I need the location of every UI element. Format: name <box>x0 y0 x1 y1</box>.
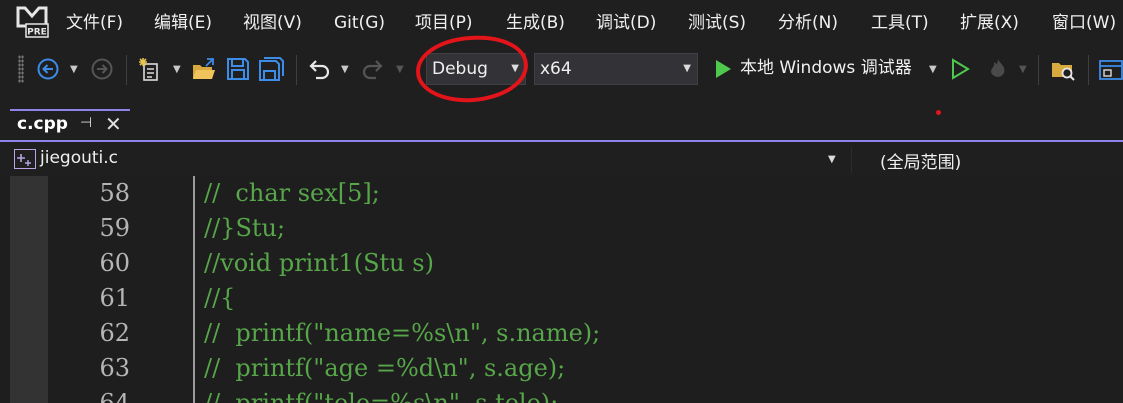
code-text[interactable]: // printf("tele=%s\n", s.tele); <box>204 386 558 403</box>
member-scope-dropdown[interactable]: (全局范围) <box>851 147 1123 173</box>
chevron-down-icon: ▼ <box>683 63 691 74</box>
toolbar-separator <box>296 55 297 85</box>
redo-dropdown-chevron-down-icon[interactable]: ▼ <box>396 64 404 75</box>
menu-bar: PRE 文件(F) 编辑(E) 视图(V) Git(G) 项目(P) 生成(B)… <box>0 0 1123 45</box>
pin-tab-icon[interactable]: ⊣ <box>80 115 92 131</box>
code-line[interactable]: 61 //{ <box>0 281 1123 316</box>
standard-toolbar: ▼ ▼ ▼ ▼ Debug ▼ x64 ▼ 本地 Windows 调试器 ▼ ▼ <box>0 45 1123 95</box>
chevron-down-icon: ▼ <box>828 154 836 165</box>
hot-reload-chevron-down-icon[interactable]: ▼ <box>1019 64 1027 75</box>
code-text[interactable]: // printf("name=%s\n", s.name); <box>204 316 600 351</box>
toolbar-separator <box>126 55 127 85</box>
toolbar-separator <box>1088 55 1089 85</box>
line-number: 58 <box>99 179 130 207</box>
menu-analyze[interactable]: 分析(N) <box>778 12 838 34</box>
start-debugging-play-icon[interactable] <box>713 58 733 80</box>
find-in-files-folder-icon[interactable] <box>1050 57 1076 83</box>
menu-file[interactable]: 文件(F) <box>66 12 123 34</box>
solution-platform-dropdown[interactable]: x64 ▼ <box>534 53 698 85</box>
tab-strip-accent-line <box>0 140 1123 142</box>
toolbar-grip-handle[interactable] <box>18 55 24 83</box>
open-folder-icon[interactable] <box>191 57 217 83</box>
code-text[interactable]: //}Stu; <box>204 211 285 246</box>
c-file-icon <box>14 149 36 169</box>
logo-badge: PRE <box>27 28 47 38</box>
code-line[interactable]: 64 // printf("tele=%s\n", s.tele); <box>0 386 1123 403</box>
redo-icon[interactable] <box>360 56 386 82</box>
project-scope-dropdown[interactable]: jiegouti.c ▼ <box>10 147 846 173</box>
code-line[interactable]: 59 //}Stu; <box>0 211 1123 246</box>
visual-studio-logo-icon: PRE <box>15 6 49 38</box>
browser-window-icon[interactable] <box>1098 57 1123 83</box>
menu-test[interactable]: 测试(S) <box>688 12 746 34</box>
hot-reload-flame-icon[interactable] <box>986 57 1010 81</box>
menu-edit[interactable]: 编辑(E) <box>154 12 212 34</box>
undo-dropdown-chevron-down-icon[interactable]: ▼ <box>341 64 349 75</box>
platform-value: x64 <box>540 59 572 79</box>
menu-view[interactable]: 视图(V) <box>243 12 302 34</box>
code-text[interactable]: //{ <box>204 281 235 316</box>
tab-c-cpp[interactable]: c.cpp ⊣ ✕ <box>10 109 130 139</box>
save-all-icon[interactable] <box>258 57 284 81</box>
code-text[interactable]: // char sex[5]; <box>204 176 380 211</box>
menu-window[interactable]: 窗口(W) <box>1052 12 1116 34</box>
new-project-icon[interactable] <box>138 57 164 83</box>
red-annotation-dot <box>936 110 941 115</box>
start-without-debugging-icon[interactable] <box>950 58 970 80</box>
code-text[interactable]: //void print1(Stu s) <box>204 246 434 281</box>
debug-target-chevron-down-icon[interactable]: ▼ <box>929 64 937 75</box>
code-line[interactable]: 60 //void print1(Stu s) <box>0 246 1123 281</box>
back-dropdown-chevron-down-icon[interactable]: ▼ <box>70 64 78 75</box>
undo-icon[interactable] <box>306 56 332 82</box>
line-number: 62 <box>99 319 130 347</box>
menu-debug[interactable]: 调试(D) <box>596 12 656 34</box>
menu-extensions[interactable]: 扩展(X) <box>960 12 1019 34</box>
line-number: 59 <box>99 214 130 242</box>
close-tab-icon[interactable]: ✕ <box>105 112 122 136</box>
new-dropdown-chevron-down-icon[interactable]: ▼ <box>173 64 181 75</box>
menu-project[interactable]: 项目(P) <box>415 12 473 34</box>
save-icon[interactable] <box>226 57 250 81</box>
line-number: 63 <box>99 354 130 382</box>
toolbar-separator <box>1038 55 1039 85</box>
member-scope-label: (全局范围) <box>880 153 962 173</box>
line-number: 61 <box>99 284 130 312</box>
code-line[interactable]: 58 // char sex[5]; <box>0 176 1123 211</box>
line-number: 64 <box>99 389 130 403</box>
code-text[interactable]: // printf("age =%d\n", s.age); <box>204 351 565 386</box>
menu-build[interactable]: 生成(B) <box>506 12 565 34</box>
code-editor[interactable]: 58 // char sex[5]; 59 //}Stu; 60 //void … <box>0 176 1123 403</box>
start-debugging-button[interactable]: 本地 Windows 调试器 <box>740 57 912 79</box>
menu-tools[interactable]: 工具(T) <box>871 12 929 34</box>
navigate-back-icon[interactable] <box>36 57 60 81</box>
code-line[interactable]: 62 // printf("name=%s\n", s.name); <box>0 316 1123 351</box>
tab-label: c.cpp <box>17 114 68 134</box>
navigation-bar: jiegouti.c ▼ (全局范围) <box>0 143 1123 176</box>
document-tab-strip: c.cpp ⊣ ✕ <box>0 95 1123 143</box>
menu-git[interactable]: Git(G) <box>334 12 385 34</box>
navigate-forward-icon[interactable] <box>90 57 114 81</box>
line-number: 60 <box>99 249 130 277</box>
file-scope-label: jiegouti.c <box>40 148 119 168</box>
code-line[interactable]: 63 // printf("age =%d\n", s.age); <box>0 351 1123 386</box>
